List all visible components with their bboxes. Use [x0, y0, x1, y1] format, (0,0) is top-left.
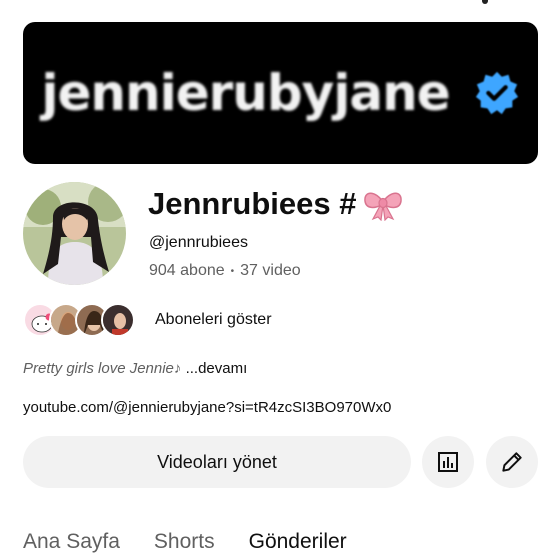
channel-stats: 904 abone • 37 video [149, 262, 301, 280]
verified-badge-icon [475, 71, 518, 115]
stats-separator: • [230, 265, 235, 277]
ribbon-bow-icon [364, 192, 403, 221]
tab-shorts[interactable]: Shorts [154, 530, 215, 554]
channel-name: Jennrubiees # [148, 186, 404, 222]
show-subscribers-label: Aboneleri göster [155, 311, 272, 328]
channel-avatar[interactable] [23, 182, 126, 285]
channel-link[interactable]: youtube.com/@jennierubyjane?si=tR4zcSI3B… [23, 399, 391, 416]
channel-banner: jennierubyjane [23, 22, 538, 164]
video-count: 37 video [240, 262, 301, 279]
channel-description[interactable]: Pretty girls love Jennie♪ ...devamı [23, 360, 247, 377]
analytics-button[interactable] [422, 436, 474, 488]
avatar-image [23, 182, 126, 285]
status-dot [482, 0, 488, 4]
subscriber-count: 904 abone [149, 262, 225, 279]
show-subscribers-row[interactable]: Aboneleri göster [23, 303, 272, 337]
channel-handle: @jennrubiees [149, 234, 248, 251]
manage-videos-button[interactable]: Videoları yönet [23, 436, 411, 488]
banner-text: jennierubyjane [41, 64, 450, 122]
description-more-link[interactable]: ...devamı [181, 360, 248, 377]
channel-tabs: Ana Sayfa Shorts Gönderiler [23, 530, 347, 554]
edit-channel-button[interactable] [486, 436, 538, 488]
pencil-icon [502, 452, 522, 472]
subscriber-avatars [23, 303, 135, 337]
analytics-icon [438, 452, 458, 472]
description-text: Pretty girls love Jennie♪ [23, 360, 182, 377]
subscriber-avatar [101, 303, 135, 337]
tab-posts[interactable]: Gönderiler [249, 530, 347, 554]
channel-name-text: Jennrubiees # [148, 186, 357, 221]
tab-home[interactable]: Ana Sayfa [23, 530, 120, 554]
